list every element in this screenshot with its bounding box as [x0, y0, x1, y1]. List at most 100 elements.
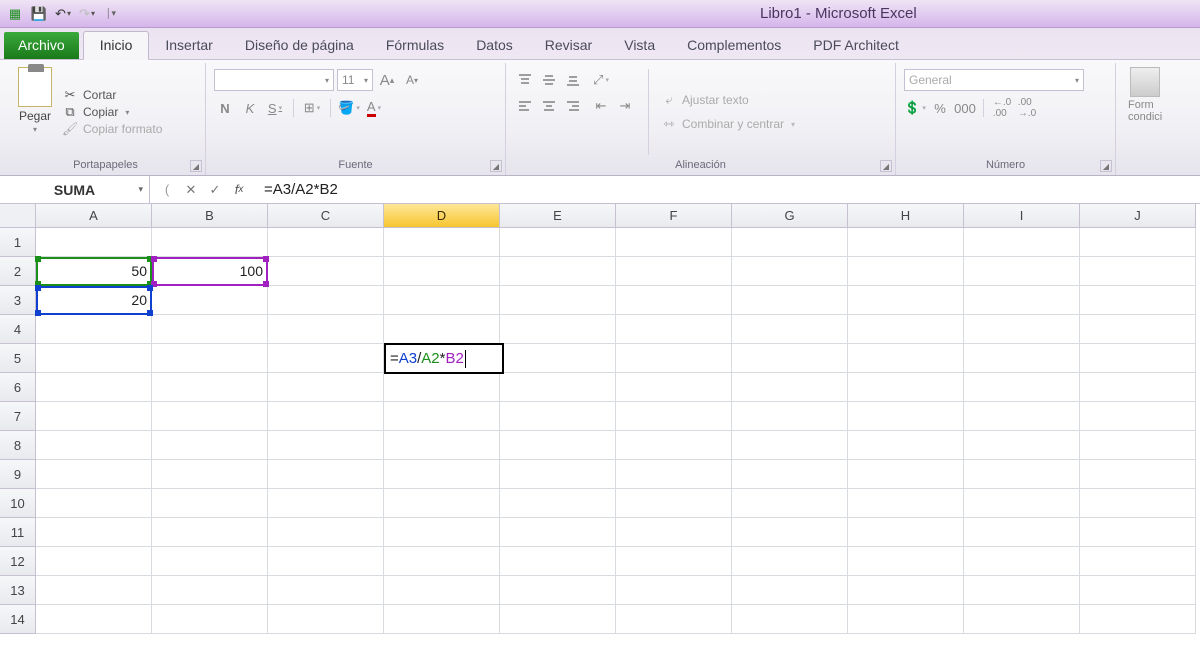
wrap-text-button[interactable]: ⤶ Ajustar texto	[661, 93, 795, 107]
grow-font-icon[interactable]: A▴	[376, 69, 398, 91]
copy-button[interactable]: ⧉ Copiar ▾	[62, 105, 162, 119]
cell-h8[interactable]	[848, 431, 964, 460]
cell-j8[interactable]	[1080, 431, 1196, 460]
number-dialog-launcher[interactable]: ◢	[1100, 160, 1112, 172]
cell-g2[interactable]	[732, 257, 848, 286]
row-header-8[interactable]: 8	[0, 431, 36, 460]
cell-f11[interactable]	[616, 518, 732, 547]
cell-e13[interactable]	[500, 576, 616, 605]
cell-e11[interactable]	[500, 518, 616, 547]
row-header-9[interactable]: 9	[0, 460, 36, 489]
shrink-font-icon[interactable]: A▾	[401, 69, 423, 91]
cell-a5[interactable]	[36, 344, 152, 373]
cell-b8[interactable]	[152, 431, 268, 460]
cell-i9[interactable]	[964, 460, 1080, 489]
cell-f8[interactable]	[616, 431, 732, 460]
cell-d9[interactable]	[384, 460, 500, 489]
cell-a13[interactable]	[36, 576, 152, 605]
cell-d10[interactable]	[384, 489, 500, 518]
comma-format-icon[interactable]: 000	[954, 97, 976, 119]
align-top-icon[interactable]	[514, 69, 536, 91]
cell-a10[interactable]	[36, 489, 152, 518]
cell-e9[interactable]	[500, 460, 616, 489]
clipboard-dialog-launcher[interactable]: ◢	[190, 160, 202, 172]
cell-b2[interactable]: 100	[152, 257, 268, 286]
cell-i1[interactable]	[964, 228, 1080, 257]
cell-c12[interactable]	[268, 547, 384, 576]
cell-i13[interactable]	[964, 576, 1080, 605]
file-tab[interactable]: Archivo	[4, 32, 79, 59]
cell-d13[interactable]	[384, 576, 500, 605]
col-header-i[interactable]: I	[964, 204, 1080, 228]
qat-customize-icon[interactable]: │▾	[100, 3, 122, 25]
font-size-combo[interactable]: 11	[337, 69, 373, 91]
cell-b9[interactable]	[152, 460, 268, 489]
cell-j10[interactable]	[1080, 489, 1196, 518]
cell-c5[interactable]	[268, 344, 384, 373]
cell-c13[interactable]	[268, 576, 384, 605]
cell-a1[interactable]	[36, 228, 152, 257]
paste-button[interactable]: Pegar ▾	[14, 65, 56, 159]
cell-j1[interactable]	[1080, 228, 1196, 257]
cell-e6[interactable]	[500, 373, 616, 402]
underline-button[interactable]: S	[264, 97, 286, 119]
row-header-3[interactable]: 3	[0, 286, 36, 315]
cut-button[interactable]: ✂ Cortar	[62, 88, 162, 102]
cell-b5[interactable]	[152, 344, 268, 373]
align-left-icon[interactable]	[514, 95, 536, 117]
select-all-corner[interactable]	[0, 204, 36, 228]
cell-d4[interactable]	[384, 315, 500, 344]
enter-formula-button[interactable]: ✓	[204, 180, 226, 200]
cell-h10[interactable]	[848, 489, 964, 518]
tab-complementos[interactable]: Complementos	[671, 32, 797, 59]
font-dialog-launcher[interactable]: ◢	[490, 160, 502, 172]
cell-b1[interactable]	[152, 228, 268, 257]
cell-g14[interactable]	[732, 605, 848, 634]
cell-c11[interactable]	[268, 518, 384, 547]
cell-i10[interactable]	[964, 489, 1080, 518]
col-header-c[interactable]: C	[268, 204, 384, 228]
tab-vista[interactable]: Vista	[608, 32, 671, 59]
cell-j3[interactable]	[1080, 286, 1196, 315]
cell-c1[interactable]	[268, 228, 384, 257]
cell-d6[interactable]	[384, 373, 500, 402]
cell-b10[interactable]	[152, 489, 268, 518]
cell-g3[interactable]	[732, 286, 848, 315]
cell-e5[interactable]	[500, 344, 616, 373]
cell-f1[interactable]	[616, 228, 732, 257]
tab-datos[interactable]: Datos	[460, 32, 529, 59]
cell-d3[interactable]	[384, 286, 500, 315]
cell-d8[interactable]	[384, 431, 500, 460]
number-format-combo[interactable]: General	[904, 69, 1084, 91]
cell-b3[interactable]	[152, 286, 268, 315]
cell-g12[interactable]	[732, 547, 848, 576]
cell-c2[interactable]	[268, 257, 384, 286]
cell-a6[interactable]	[36, 373, 152, 402]
cell-h13[interactable]	[848, 576, 964, 605]
save-icon[interactable]: 💾	[28, 3, 50, 25]
cell-h1[interactable]	[848, 228, 964, 257]
alignment-dialog-launcher[interactable]: ◢	[880, 160, 892, 172]
cell-b4[interactable]	[152, 315, 268, 344]
indent-decrease-icon[interactable]: ⇤	[590, 95, 612, 117]
cell-b11[interactable]	[152, 518, 268, 547]
cell-i8[interactable]	[964, 431, 1080, 460]
row-header-2[interactable]: 2	[0, 257, 36, 286]
cell-b6[interactable]	[152, 373, 268, 402]
cell-i11[interactable]	[964, 518, 1080, 547]
cell-e7[interactable]	[500, 402, 616, 431]
cell-h5[interactable]	[848, 344, 964, 373]
accounting-format-icon[interactable]: 💲	[904, 97, 926, 119]
cell-c3[interactable]	[268, 286, 384, 315]
col-header-a[interactable]: A	[36, 204, 152, 228]
increase-decimal-icon[interactable]: ←.0.00	[991, 97, 1013, 119]
tab-diseno[interactable]: Diseño de página	[229, 32, 370, 59]
cell-f5[interactable]	[616, 344, 732, 373]
editing-cell-d5[interactable]: =A3/A2*B2	[384, 343, 504, 374]
tab-inicio[interactable]: Inicio	[83, 31, 150, 60]
cell-d7[interactable]	[384, 402, 500, 431]
cell-j9[interactable]	[1080, 460, 1196, 489]
col-header-g[interactable]: G	[732, 204, 848, 228]
cell-j7[interactable]	[1080, 402, 1196, 431]
cell-g1[interactable]	[732, 228, 848, 257]
